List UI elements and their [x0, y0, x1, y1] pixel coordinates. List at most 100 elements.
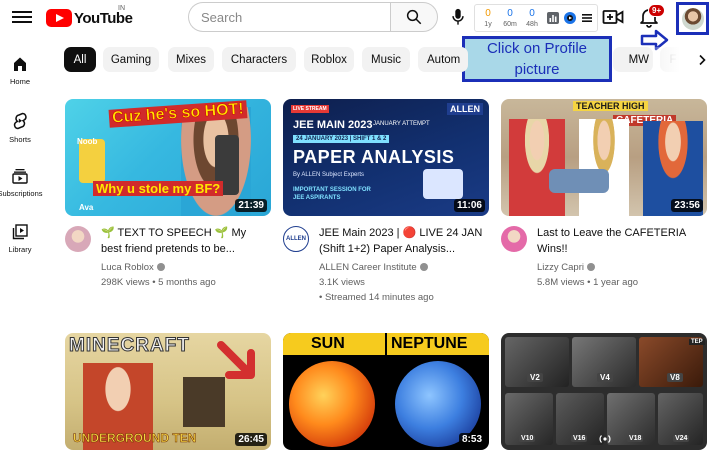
- video-title[interactable]: 🌱 TEXT TO SPEECH 🌱 My best friend preten…: [101, 226, 269, 257]
- search-box[interactable]: [188, 2, 390, 32]
- channel-avatar[interactable]: ALLEN: [283, 226, 309, 252]
- logo-text: YouTube: [74, 9, 133, 27]
- chevron-right-icon: [699, 54, 706, 66]
- video-card[interactable]: SUN NEPTUNE 8:53: [283, 333, 489, 450]
- country-code: IN: [118, 5, 125, 12]
- ext-stat-value: 0: [529, 7, 535, 19]
- thumbnail-tray: [549, 169, 609, 193]
- chip-music[interactable]: Music: [362, 47, 410, 72]
- video-thumbnail[interactable]: Cuz he's so HOT! Why u stole my BF? Noob…: [65, 99, 271, 216]
- thumbnail-text: NEPTUNE: [391, 335, 468, 352]
- hamburger-menu-icon[interactable]: [12, 8, 32, 26]
- profile-picture-button[interactable]: [676, 2, 709, 35]
- engine-label: TEP: [689, 339, 705, 345]
- chips-fade: [648, 47, 694, 73]
- search-icon: [406, 9, 422, 25]
- video-card[interactable]: V2 V4 V8 V10 V16 V18 V24 TEP: [501, 333, 707, 450]
- video-card[interactable]: LIVE STREAM ALLEN JEE MAIN 2023 JANUARY …: [283, 99, 489, 306]
- thumbnail-text: LIVE STREAM: [291, 105, 329, 113]
- video-title[interactable]: Last to Leave the CAFETERIA Wins!!: [537, 226, 705, 257]
- thumbnail-hole: [183, 377, 225, 427]
- verified-check-icon: [419, 263, 428, 272]
- thumbnail-text: SUN: [311, 335, 345, 352]
- thumbnail-graphic: [423, 169, 463, 199]
- video-thumbnail[interactable]: SUN NEPTUNE 8:53: [283, 333, 489, 450]
- subscriptions-icon: [12, 169, 28, 184]
- video-card[interactable]: MINECRAFT UNDERGROUND TEN 26:45: [65, 333, 271, 450]
- channel-name[interactable]: Luca Roblox: [101, 262, 154, 273]
- chip-gaming[interactable]: Gaming: [103, 47, 159, 72]
- thumbnail-text: MINECRAFT: [69, 335, 190, 357]
- search-input[interactable]: [201, 9, 390, 25]
- video-stats: 298K views • 5 months ago: [101, 277, 216, 288]
- engine-label: V4: [597, 373, 613, 382]
- list-menu-icon[interactable]: [580, 11, 594, 25]
- home-icon: [14, 57, 26, 71]
- microphone-icon: [452, 8, 464, 25]
- channel-name-row[interactable]: ALLEN Career Institute: [319, 262, 428, 273]
- video-thumbnail[interactable]: MINECRAFT UNDERGROUND TEN 26:45: [65, 333, 271, 450]
- chip-mixes[interactable]: Mixes: [168, 47, 214, 72]
- library-icon: [12, 224, 28, 240]
- thumbnail-text: JEE MAIN 2023: [293, 119, 373, 131]
- duration-badge: 26:45: [235, 433, 267, 446]
- top-header: YouTube IN 0 1y 0 60m 0 48h 9+: [0, 0, 715, 38]
- avatar: [681, 7, 704, 30]
- extension-toolbar[interactable]: 0 1y 0 60m 0 48h: [474, 4, 598, 32]
- create-video-button[interactable]: [602, 7, 624, 27]
- chip-characters[interactable]: Characters: [222, 47, 296, 72]
- chip-autom[interactable]: Autom: [418, 47, 468, 72]
- sidebar-item-label: Subscriptions: [0, 189, 43, 198]
- filter-chips-bar: All Gaming Mixes Characters Roblox Music…: [64, 47, 704, 73]
- bar-chart-icon[interactable]: [546, 11, 560, 25]
- play-circle-icon[interactable]: [563, 11, 577, 25]
- video-thumbnail[interactable]: TEACHER HIGH CAFETERIA 23:56: [501, 99, 707, 216]
- sidebar-item-shorts[interactable]: Shorts: [0, 112, 40, 144]
- voice-search-button[interactable]: [446, 5, 470, 29]
- thumbnail-text: PAPER ANALYSIS: [293, 147, 455, 167]
- channel-name-row[interactable]: Lizzy Capri: [537, 262, 595, 273]
- sidebar-item-label: Library: [8, 245, 32, 254]
- thumbnail-text: ALLEN: [447, 103, 483, 115]
- duration-badge: 8:53: [458, 433, 485, 446]
- thumbnail-text: IMPORTANT SESSION FOR: [293, 187, 371, 193]
- chip-roblox[interactable]: Roblox: [304, 47, 354, 72]
- engine-label: V24: [673, 435, 690, 442]
- thumbnail-text: JANUARY ATTEMPT: [373, 121, 430, 127]
- verified-check-icon: [156, 263, 165, 272]
- video-thumbnail[interactable]: LIVE STREAM ALLEN JEE MAIN 2023 JANUARY …: [283, 99, 489, 216]
- duration-badge: 23:56: [671, 199, 703, 212]
- video-title[interactable]: JEE Main 2023 | 🔴 LIVE 24 JAN (Shift 1+2…: [319, 226, 487, 257]
- sidebar-item-subscriptions[interactable]: Subscriptions: [0, 168, 43, 198]
- left-sidebar: Home Shorts Subscriptions Library: [0, 38, 43, 450]
- chip-mw[interactable]: MW: [613, 47, 653, 72]
- channel-name[interactable]: Lizzy Capri: [537, 262, 584, 273]
- video-card[interactable]: Cuz he's so HOT! Why u stole my BF? Noob…: [65, 99, 271, 306]
- ext-stat-label: 1y: [484, 20, 492, 28]
- sidebar-item-home[interactable]: Home: [0, 56, 40, 86]
- engine-label: V18: [627, 435, 644, 442]
- chips-next-button[interactable]: [694, 50, 710, 70]
- stream-status: • Streamed 14 minutes ago: [319, 292, 434, 303]
- duration-badge: 11:06: [453, 199, 485, 212]
- shorts-icon: [13, 112, 27, 130]
- chip-all[interactable]: All: [64, 47, 96, 72]
- video-card[interactable]: TEACHER HIGH CAFETERIA 23:56 Last to Lea…: [501, 99, 707, 306]
- search-button[interactable]: [390, 2, 438, 32]
- video-stats: 5.8M views • 1 year ago: [537, 277, 639, 288]
- video-thumbnail[interactable]: V2 V4 V8 V10 V16 V18 V24 TEP: [501, 333, 707, 450]
- channel-name-row[interactable]: Luca Roblox: [101, 262, 165, 273]
- ext-stat-value: 0: [485, 7, 491, 19]
- thumbnail-text: Ava: [79, 203, 94, 212]
- channel-name[interactable]: ALLEN Career Institute: [319, 262, 417, 273]
- channel-avatar[interactable]: [65, 226, 91, 252]
- sun-image: [289, 361, 375, 447]
- channel-avatar[interactable]: [501, 226, 527, 252]
- video-stats: 3.1K views: [319, 277, 365, 288]
- channel-avatar-text: ALLEN: [286, 236, 306, 242]
- thumbnail-text: Noob: [77, 137, 98, 146]
- thumbnail-text: UNDERGROUND TEN: [73, 431, 197, 446]
- thumbnail-person: [579, 119, 629, 216]
- thumbnail-person: [509, 119, 565, 216]
- sidebar-item-library[interactable]: Library: [0, 224, 40, 254]
